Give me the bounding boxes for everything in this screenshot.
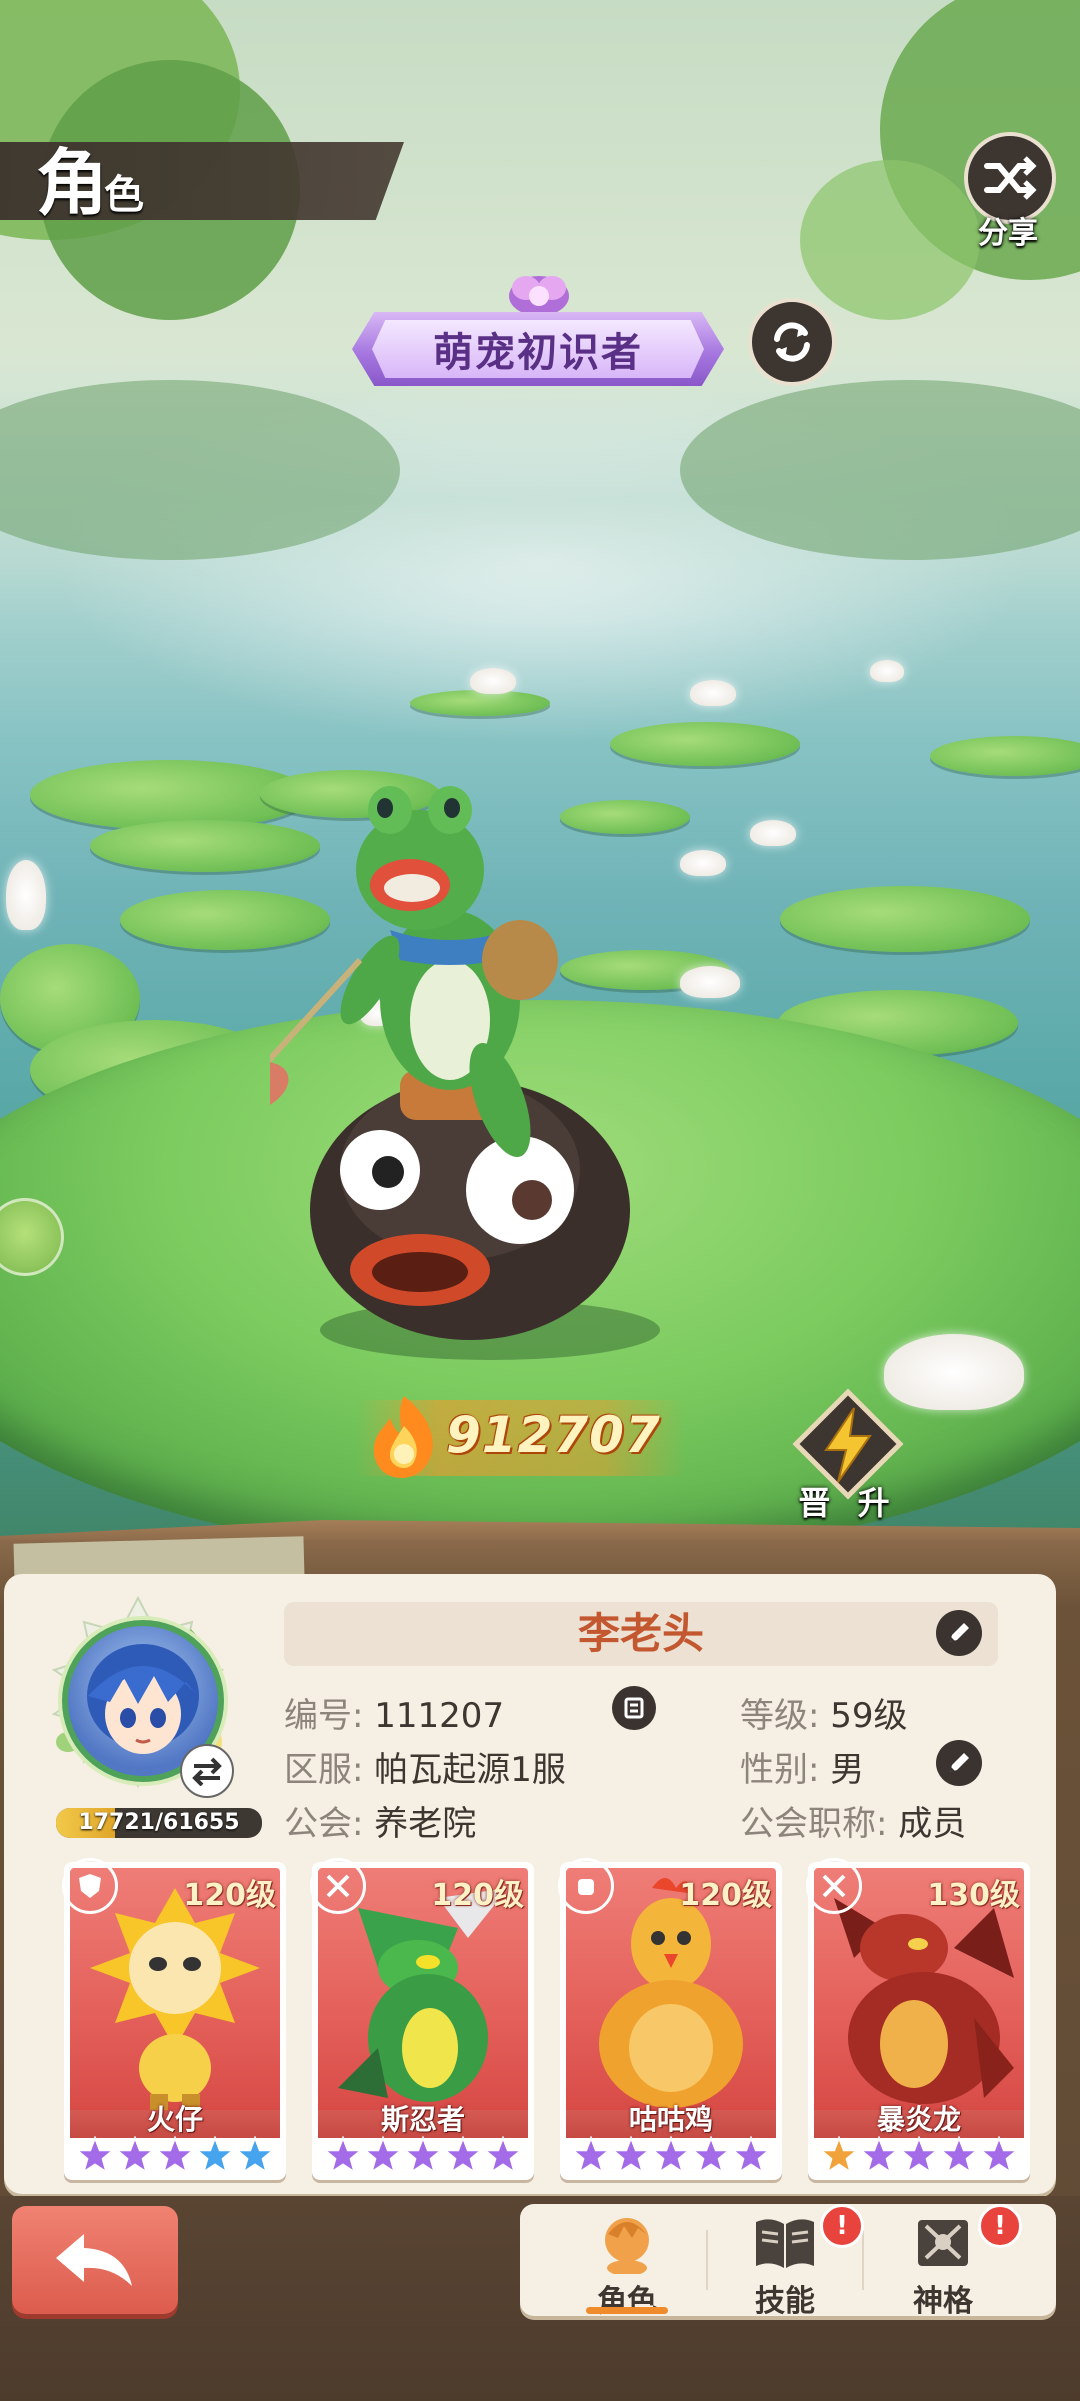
combat-power-value: 912707 — [446, 1406, 661, 1464]
tab-divinity[interactable]: ! 神格 — [868, 2204, 1022, 2319]
player-id: 编号: 111207 — [284, 1696, 505, 1736]
water-lily — [884, 1334, 1024, 1410]
pet-stars — [322, 2136, 524, 2176]
copy-icon — [624, 1697, 644, 1719]
pet-level: 120级 — [183, 1878, 276, 1913]
star-icon — [572, 2136, 610, 2174]
back-button[interactable] — [12, 2206, 178, 2314]
star-icon — [484, 2136, 522, 2174]
star-icon — [612, 2136, 650, 2174]
tab-label: 技能 — [755, 2284, 815, 2319]
pencil-icon — [950, 1623, 969, 1642]
water-lily — [690, 680, 736, 706]
fist-icon — [558, 1858, 614, 1914]
pet-stars — [74, 2136, 276, 2176]
back-arrow-icon — [56, 2234, 132, 2286]
swords-icon — [310, 1858, 366, 1914]
divinity-alert-badge: ! — [978, 2204, 1022, 2248]
tab-label: 神格 — [913, 2284, 973, 2319]
star-icon — [900, 2136, 938, 2174]
star-icon — [860, 2136, 898, 2174]
skills-alert-badge: ! — [820, 2204, 864, 2248]
pencil-icon — [950, 1753, 969, 1772]
star-icon — [444, 2136, 482, 2174]
shield-icon — [62, 1858, 118, 1914]
pet-level: 130级 — [927, 1878, 1020, 1913]
pet-card[interactable]: 130级 暴炎龙 — [806, 1858, 1030, 2180]
flame-icon — [373, 1396, 433, 1478]
player-level: 等级: 59级 — [740, 1696, 908, 1736]
tab-skills[interactable]: ! 技能 — [710, 2204, 864, 2319]
active-tab-indicator — [586, 2307, 668, 2314]
foreground-leaf — [800, 160, 980, 320]
change-title-button[interactable] — [748, 298, 836, 386]
pet-name: 暴炎龙 — [876, 2103, 961, 2136]
swap-avatar-button[interactable] — [180, 1744, 234, 1798]
star-icon — [116, 2136, 154, 2174]
lily-pad — [610, 722, 800, 766]
pet-stars — [818, 2136, 1020, 2176]
divinity-icon — [918, 2220, 968, 2266]
water-lily — [6, 860, 46, 930]
character-model — [270, 786, 660, 1360]
water-lily — [470, 668, 516, 694]
pet-level: 120级 — [431, 1878, 524, 1913]
water-lily — [870, 660, 904, 682]
player-gender: 性别: 男 — [740, 1750, 865, 1790]
tab-divider — [862, 2230, 864, 2290]
refresh-icon — [774, 322, 810, 362]
star-icon — [692, 2136, 730, 2174]
tab-character[interactable]: 角色 — [552, 2210, 702, 2319]
star-icon — [236, 2136, 274, 2174]
upgrade-label: 晋 升 — [798, 1484, 898, 1522]
star-icon — [324, 2136, 362, 2174]
star-icon — [940, 2136, 978, 2174]
exp-text: 17721/61655 — [78, 1810, 240, 1835]
star-icon — [196, 2136, 234, 2174]
lily-pad — [410, 690, 550, 716]
pet-card[interactable]: 120级 斯忍者 — [310, 1858, 534, 2180]
swap-icon — [192, 1757, 222, 1786]
title-badge: 萌宠初识者 — [352, 312, 724, 386]
lily-pad — [780, 886, 1030, 952]
star-icon — [732, 2136, 770, 2174]
share-label: 分享 — [978, 216, 1038, 251]
star-icon — [156, 2136, 194, 2174]
water-lily — [750, 820, 796, 846]
swords-icon — [806, 1858, 862, 1914]
player-guild-role: 公会职称: 成员 — [740, 1804, 967, 1844]
pet-card[interactable]: 120级 火仔 — [62, 1858, 286, 2180]
player-guild: 公会: 养老院 — [284, 1804, 477, 1844]
star-icon — [652, 2136, 690, 2174]
pet-stars — [570, 2136, 772, 2176]
lily-pad — [930, 736, 1080, 776]
page-title: 角色 — [36, 141, 145, 225]
star-icon — [76, 2136, 114, 2174]
star-icon — [980, 2136, 1018, 2174]
star-icon — [364, 2136, 402, 2174]
tab-divider — [706, 2230, 708, 2290]
character-icon — [605, 2218, 649, 2274]
copy-id-button[interactable] — [612, 1686, 656, 1730]
player-name: 李老头 — [577, 1609, 704, 1658]
pet-name: 斯忍者 — [380, 2103, 465, 2136]
title-badge-text: 萌宠初识者 — [433, 330, 643, 376]
edit-gender-button[interactable] — [936, 1740, 982, 1786]
star-icon — [820, 2136, 858, 2174]
star-icon — [404, 2136, 442, 2174]
shuffle-icon — [984, 156, 1037, 200]
pet-name: 火仔 — [146, 2103, 203, 2136]
pet-name: 咕咕鸡 — [628, 2103, 713, 2136]
pet-level: 120级 — [679, 1878, 772, 1913]
player-server: 区服: 帕瓦起源1服 — [284, 1750, 566, 1790]
pet-card[interactable]: 120级 咕咕鸡 — [558, 1858, 782, 2180]
edit-name-button[interactable] — [936, 1610, 982, 1656]
book-icon — [756, 2219, 814, 2268]
